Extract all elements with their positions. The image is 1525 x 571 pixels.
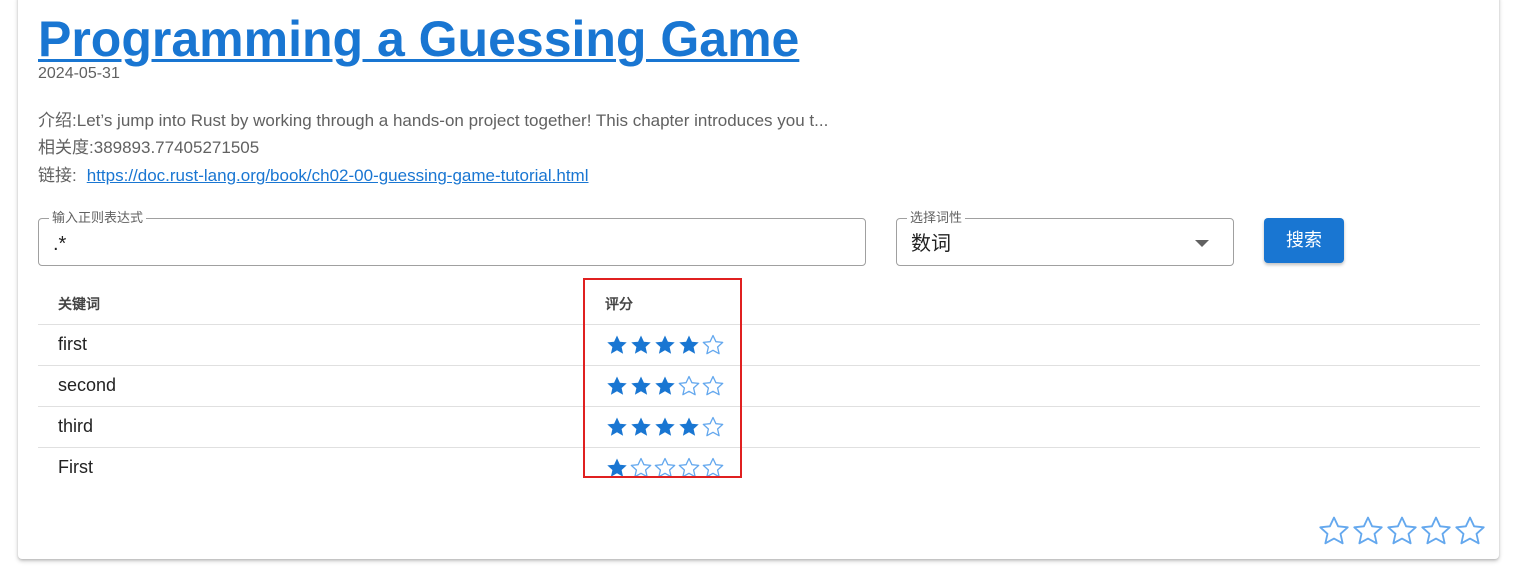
regex-input-label: 输入正则表达式: [49, 211, 147, 225]
star-filled-icon[interactable]: [629, 333, 653, 357]
star-outline-icon[interactable]: [701, 456, 725, 480]
keyword-cell: second: [58, 375, 117, 395]
pos-select-label: 选择词性: [907, 211, 966, 225]
relevance-line: 相关度:389893.77405271505: [38, 137, 259, 159]
regex-input[interactable]: 输入正则表达式 .*: [38, 211, 866, 266]
intro-label: 介绍:: [38, 111, 77, 130]
star-filled-icon[interactable]: [629, 374, 653, 398]
table-header: 关键词 评分: [38, 282, 1480, 325]
table-row: second: [38, 366, 1480, 407]
relevance-value: 389893.77405271505: [93, 138, 260, 157]
star-filled-icon[interactable]: [605, 333, 629, 357]
column-header-keyword: 关键词: [58, 296, 100, 312]
star-filled-icon[interactable]: [677, 415, 701, 439]
table-body: first second third First: [38, 325, 1480, 488]
table-row: third: [38, 407, 1480, 448]
keyword-cell: first: [58, 334, 87, 354]
article-url-link[interactable]: https://doc.rust-lang.org/book/ch02-00-g…: [87, 166, 589, 185]
link-line: 链接: https://doc.rust-lang.org/book/ch02-0…: [38, 165, 589, 187]
keyword-cell: third: [58, 416, 94, 436]
article-title-link[interactable]: Programming a Guessing Game: [38, 8, 799, 70]
star-outline-icon[interactable]: [701, 333, 725, 357]
star-filled-icon[interactable]: [653, 374, 677, 398]
relevance-label: 相关度:: [38, 138, 94, 157]
rating-cell[interactable]: [605, 415, 725, 439]
page-rating-stars[interactable]: [1317, 514, 1487, 548]
star-filled-icon[interactable]: [677, 333, 701, 357]
search-button[interactable]: 搜索: [1264, 218, 1344, 263]
star-filled-icon[interactable]: [605, 415, 629, 439]
regex-input-value: .*: [53, 233, 67, 255]
table-row: first: [38, 325, 1480, 366]
star-outline-icon[interactable]: [1317, 514, 1351, 548]
star-filled-icon[interactable]: [629, 415, 653, 439]
star-filled-icon[interactable]: [605, 456, 629, 480]
article-date: 2024-05-31: [38, 65, 120, 82]
pos-select[interactable]: 选择词性 数词: [896, 211, 1234, 266]
link-label: 链接:: [38, 166, 77, 185]
keyword-table: 关键词 评分 first second third First: [38, 282, 1480, 488]
star-outline-icon[interactable]: [1453, 514, 1487, 548]
intro-text: Let’s jump into Rust by working through …: [76, 111, 829, 130]
star-outline-icon[interactable]: [1385, 514, 1419, 548]
column-header-rating: 评分: [605, 296, 633, 312]
star-filled-icon[interactable]: [653, 415, 677, 439]
rating-cell[interactable]: [605, 374, 725, 398]
star-outline-icon[interactable]: [701, 374, 725, 398]
star-outline-icon[interactable]: [629, 456, 653, 480]
star-outline-icon[interactable]: [1419, 514, 1453, 548]
pos-select-value: 数词: [911, 233, 951, 255]
keyword-cell: First: [58, 457, 93, 477]
star-outline-icon[interactable]: [701, 415, 725, 439]
intro-line: 介绍:Let’s jump into Rust by working throu…: [38, 110, 828, 132]
star-outline-icon[interactable]: [653, 456, 677, 480]
star-outline-icon[interactable]: [1351, 514, 1385, 548]
result-card: Programming a Guessing Game 2024-05-31 介…: [18, 0, 1499, 559]
star-outline-icon[interactable]: [677, 456, 701, 480]
star-filled-icon[interactable]: [653, 333, 677, 357]
table-row: First: [38, 448, 1480, 488]
star-filled-icon[interactable]: [605, 374, 629, 398]
rating-cell[interactable]: [605, 333, 725, 357]
rating-cell[interactable]: [605, 456, 725, 480]
caret-down-icon[interactable]: [1195, 240, 1209, 247]
star-outline-icon[interactable]: [677, 374, 701, 398]
